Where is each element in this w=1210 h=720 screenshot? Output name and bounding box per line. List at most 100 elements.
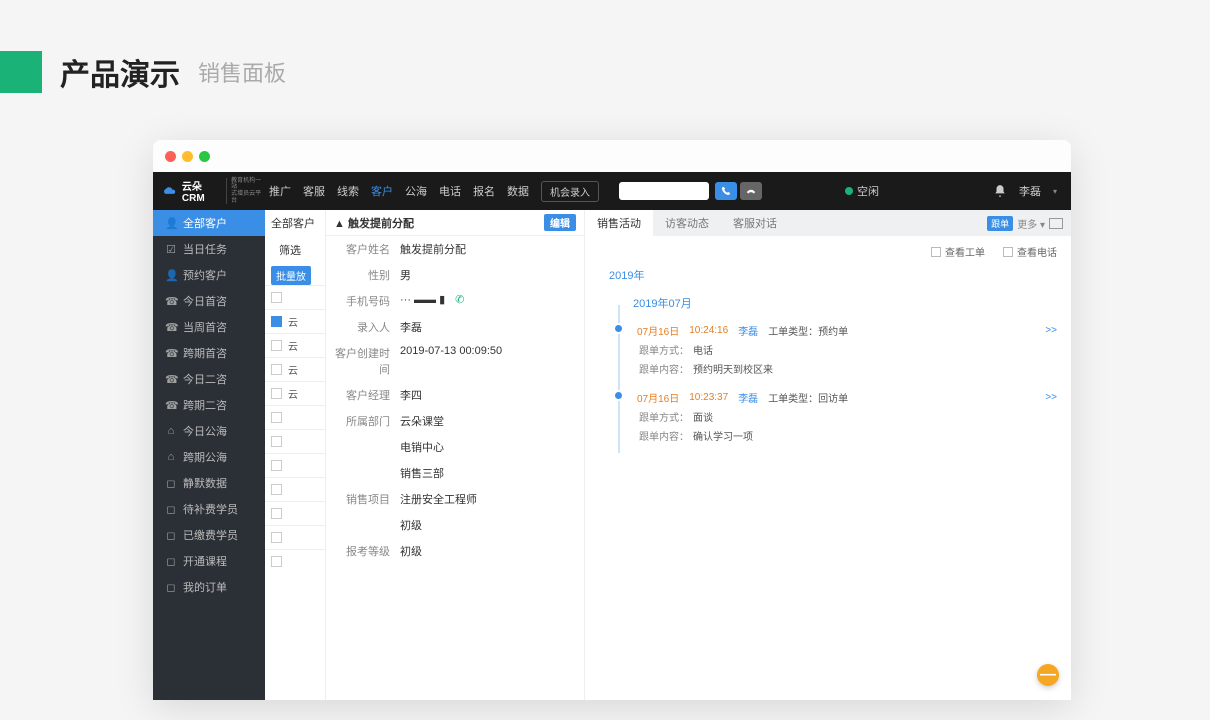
timeline-row: 跟单方式：电话 — [637, 342, 1057, 357]
search-input[interactable] — [619, 182, 709, 200]
customer-list: 全部客户 筛选 批量放 云云云云 — [265, 210, 325, 700]
list-row[interactable] — [265, 501, 325, 525]
hangup-button[interactable] — [740, 182, 762, 200]
detail-field: 销售项目注册安全工程师 — [326, 486, 584, 512]
sidebar-item-label: 已缴费学员 — [183, 527, 238, 543]
logo[interactable]: 云朵CRM 教育机构一站 式增员云平台 — [153, 178, 265, 204]
checkbox[interactable] — [271, 364, 282, 375]
field-key: 客户姓名 — [326, 241, 400, 257]
side-icon: ◻ — [165, 529, 177, 542]
maximize-dot[interactable] — [199, 151, 210, 162]
close-dot[interactable] — [165, 151, 176, 162]
checkbox[interactable] — [271, 388, 282, 399]
list-row[interactable]: 云 — [265, 381, 325, 405]
checkbox[interactable] — [271, 556, 282, 567]
activity-tab-0[interactable]: 销售活动 — [585, 210, 653, 236]
list-row[interactable] — [265, 453, 325, 477]
bulk-chip[interactable]: 批量放 — [271, 266, 311, 285]
sidebar-item-4[interactable]: ☎ 当周首咨 — [153, 314, 265, 340]
nav-item-0[interactable]: 推广 — [269, 183, 291, 199]
view-calls-check[interactable]: 查看电话 — [1003, 244, 1057, 259]
nav-item-2[interactable]: 线索 — [337, 183, 359, 199]
sidebar-item-8[interactable]: ⌂今日公海 — [153, 418, 265, 444]
nav-item-7[interactable]: 数据 — [507, 183, 529, 199]
field-key — [326, 439, 400, 455]
sidebar-item-0[interactable]: 👤全部客户 — [153, 210, 265, 236]
sidebar-item-5[interactable]: ☎跨期首咨 — [153, 340, 265, 366]
sidebar-item-10[interactable]: ◻静默数据 — [153, 470, 265, 496]
tl-user[interactable]: 李磊 — [738, 323, 758, 338]
opportunity-button[interactable]: 机会录入 — [541, 181, 599, 202]
fab-button[interactable]: — — [1037, 664, 1059, 686]
more-link[interactable]: 更多 ▾ — [1017, 216, 1045, 231]
sidebar-item-label: 当周首咨 — [183, 319, 227, 335]
nav-item-4[interactable]: 公海 — [405, 183, 427, 199]
minimize-dot[interactable] — [182, 151, 193, 162]
side-icon: 👤 — [165, 217, 177, 230]
timeline-item: 07月16日10:24:16李磊工单类型：预约单>>跟单方式：电话跟单内容：预约… — [613, 319, 1057, 386]
sidebar-item-13[interactable]: ◻开通课程 — [153, 548, 265, 574]
chevron-down-icon[interactable]: ▾ — [1053, 187, 1057, 196]
list-row[interactable] — [265, 477, 325, 501]
user-name[interactable]: 李磊 — [1019, 183, 1041, 199]
detail-field: 客户经理李四 — [326, 382, 584, 408]
view-orders-check[interactable]: 查看工单 — [931, 244, 985, 259]
checkbox[interactable] — [271, 292, 282, 303]
field-value: 李磊 — [400, 319, 576, 335]
list-row[interactable]: 云 — [265, 309, 325, 333]
detail-field: 电销中心 — [326, 434, 584, 460]
tl-user[interactable]: 李磊 — [738, 390, 758, 405]
list-row[interactable] — [265, 429, 325, 453]
field-key: 客户创建时间 — [326, 345, 400, 377]
field-value: ··· ▬▬ ▮✆ — [400, 293, 576, 309]
checkbox[interactable] — [271, 484, 282, 495]
sidebar-item-2[interactable]: 👤预约客户 — [153, 262, 265, 288]
list-row[interactable]: 云 — [265, 357, 325, 381]
edit-button[interactable]: 编辑 — [544, 214, 576, 231]
sidebar-item-14[interactable]: ◻我的订单 — [153, 574, 265, 600]
sidebar-item-12[interactable]: ◻ 已缴费学员 — [153, 522, 265, 548]
side-icon: ◻ — [165, 503, 177, 516]
activity-tab-1[interactable]: 访客动态 — [653, 210, 721, 236]
field-key: 报考等级 — [326, 543, 400, 559]
sidebar-item-9[interactable]: ⌂跨期公海 — [153, 444, 265, 470]
checkbox[interactable] — [271, 340, 282, 351]
activity-tab-2[interactable]: 客服对话 — [721, 210, 789, 236]
checkbox[interactable] — [271, 412, 282, 423]
filter-label[interactable]: 筛选 — [279, 242, 325, 258]
list-row[interactable]: 云 — [265, 333, 325, 357]
side-icon: ☎ — [165, 373, 177, 386]
nav-item-6[interactable]: 报名 — [473, 183, 495, 199]
list-row[interactable] — [265, 525, 325, 549]
side-icon: ☎ — [165, 321, 177, 334]
checkbox[interactable] — [271, 508, 282, 519]
sidebar-item-6[interactable]: ☎今日二咨 — [153, 366, 265, 392]
checkbox[interactable] — [271, 532, 282, 543]
checkbox[interactable] — [271, 436, 282, 447]
nav-item-5[interactable]: 电话 — [439, 183, 461, 199]
sidebar-item-11[interactable]: ◻待补费学员 — [153, 496, 265, 522]
sidebar-item-label: 开通课程 — [183, 553, 227, 569]
call-button[interactable] — [715, 182, 737, 200]
sidebar-item-1[interactable]: ☑当日任务 — [153, 236, 265, 262]
field-value: 注册安全工程师 — [400, 491, 576, 507]
side-icon: ⌂ — [165, 451, 177, 463]
nav-item-1[interactable]: 客服 — [303, 183, 325, 199]
layout-icon[interactable] — [1049, 218, 1063, 229]
phone-icon[interactable]: ✆ — [455, 294, 464, 306]
list-row[interactable] — [265, 405, 325, 429]
checkbox[interactable] — [271, 316, 282, 327]
list-row[interactable] — [265, 285, 325, 309]
list-row[interactable] — [265, 549, 325, 573]
tl-more[interactable]: >> — [1045, 325, 1057, 336]
follow-pill[interactable]: 跟单 — [987, 216, 1013, 231]
status-text: 空闲 — [857, 183, 879, 199]
sidebar-item-7[interactable]: ☎跨期二咨 — [153, 392, 265, 418]
nav-item-3[interactable]: 客户 — [371, 183, 393, 199]
field-value: 2019-07-13 00:09:50 — [400, 345, 576, 377]
checkbox[interactable] — [271, 460, 282, 471]
field-value: 初级 — [400, 517, 576, 533]
sidebar-item-3[interactable]: ☎今日首咨 — [153, 288, 265, 314]
tl-more[interactable]: >> — [1045, 392, 1057, 403]
bell-icon[interactable] — [993, 184, 1007, 198]
